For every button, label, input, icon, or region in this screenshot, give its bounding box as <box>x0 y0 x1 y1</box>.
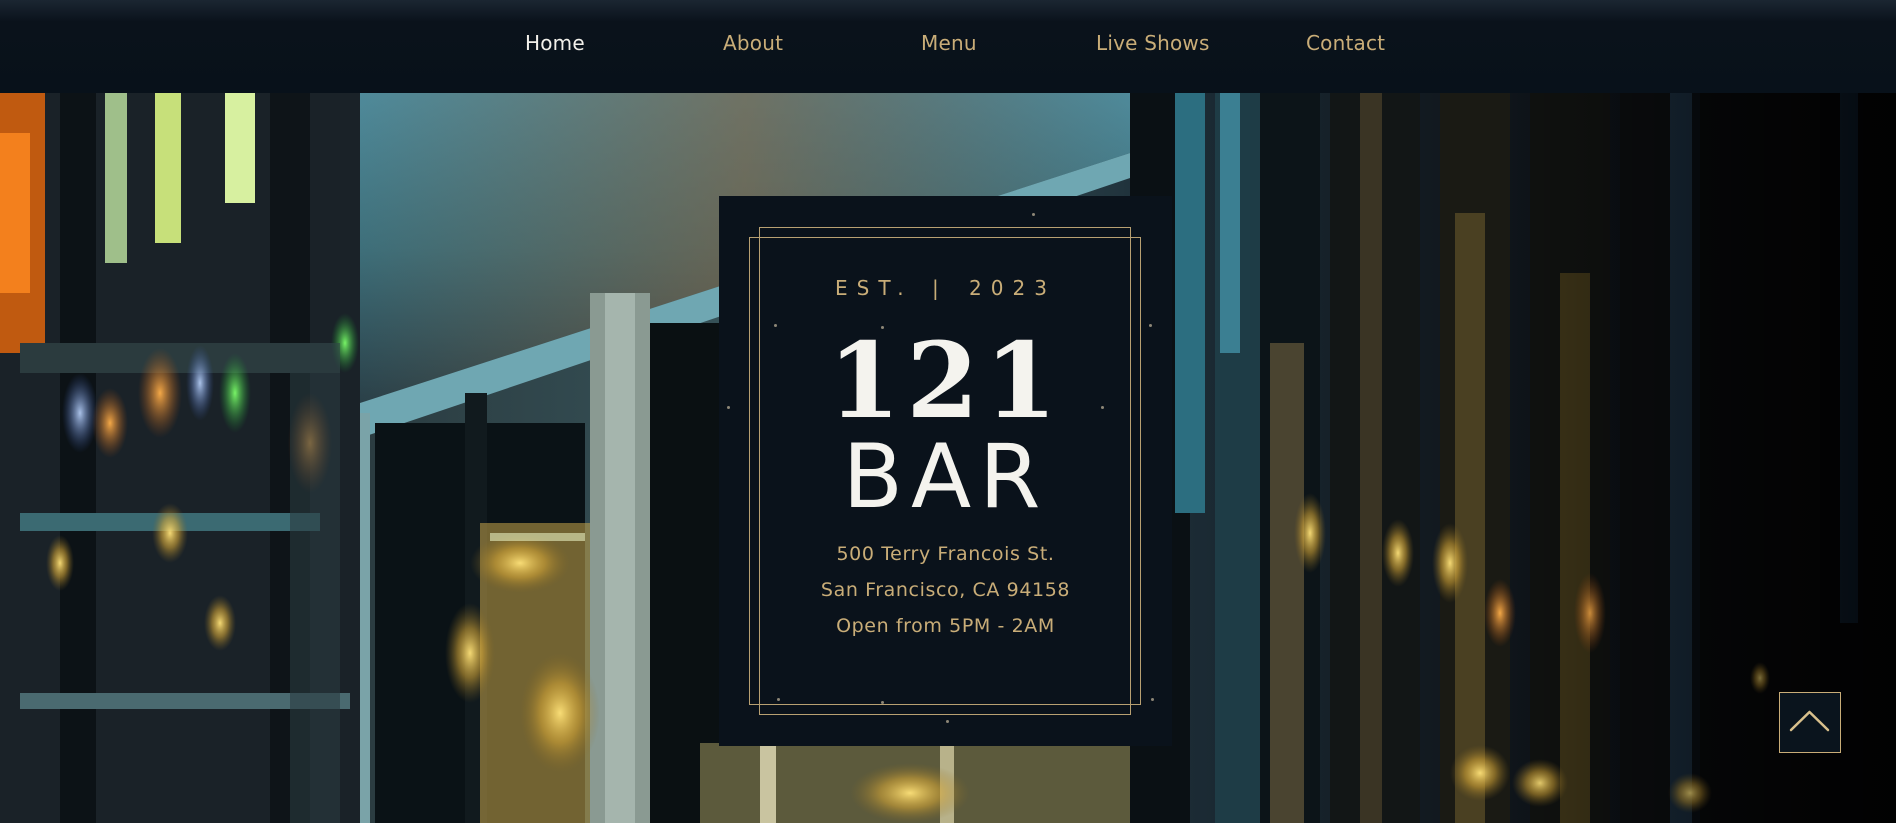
sparkle-dot <box>1032 213 1035 216</box>
address-street: 500 Terry Francois St. <box>836 543 1055 565</box>
nav-menu-link[interactable]: Menu <box>921 29 977 57</box>
established-separator: | <box>931 276 948 300</box>
nav-home-link[interactable]: Home <box>525 29 585 57</box>
bar-name-number: 121 <box>827 319 1064 442</box>
established-year: 2023 <box>969 276 1056 300</box>
sparkle-dot <box>881 701 884 704</box>
back-to-top-button[interactable] <box>1779 692 1841 753</box>
nav-contact-link[interactable]: Contact <box>1306 29 1385 57</box>
established-label: EST. <box>835 276 913 300</box>
address-city: San Francisco, CA 94158 <box>820 579 1071 601</box>
bar-sign-card: EST. | 2023 121 BAR 500 Terry Francois S… <box>719 196 1172 746</box>
chevron-up-icon <box>1789 710 1830 732</box>
sparkle-dot <box>1151 698 1154 701</box>
page: Home About Menu Live Shows Contact EST. … <box>0 0 1896 823</box>
main-nav: Home About Menu Live Shows Contact <box>0 0 1896 93</box>
established-line: EST. | 2023 <box>719 276 1172 300</box>
nav-about-link[interactable]: About <box>723 29 783 57</box>
nav-live-shows-link[interactable]: Live Shows <box>1096 29 1210 57</box>
sparkle-dot <box>777 698 780 701</box>
sparkle-dot <box>946 720 949 723</box>
opening-hours: Open from 5PM - 2AM <box>836 615 1055 637</box>
site-header: Home About Menu Live Shows Contact <box>0 0 1896 93</box>
bar-name-word: BAR <box>842 425 1049 528</box>
